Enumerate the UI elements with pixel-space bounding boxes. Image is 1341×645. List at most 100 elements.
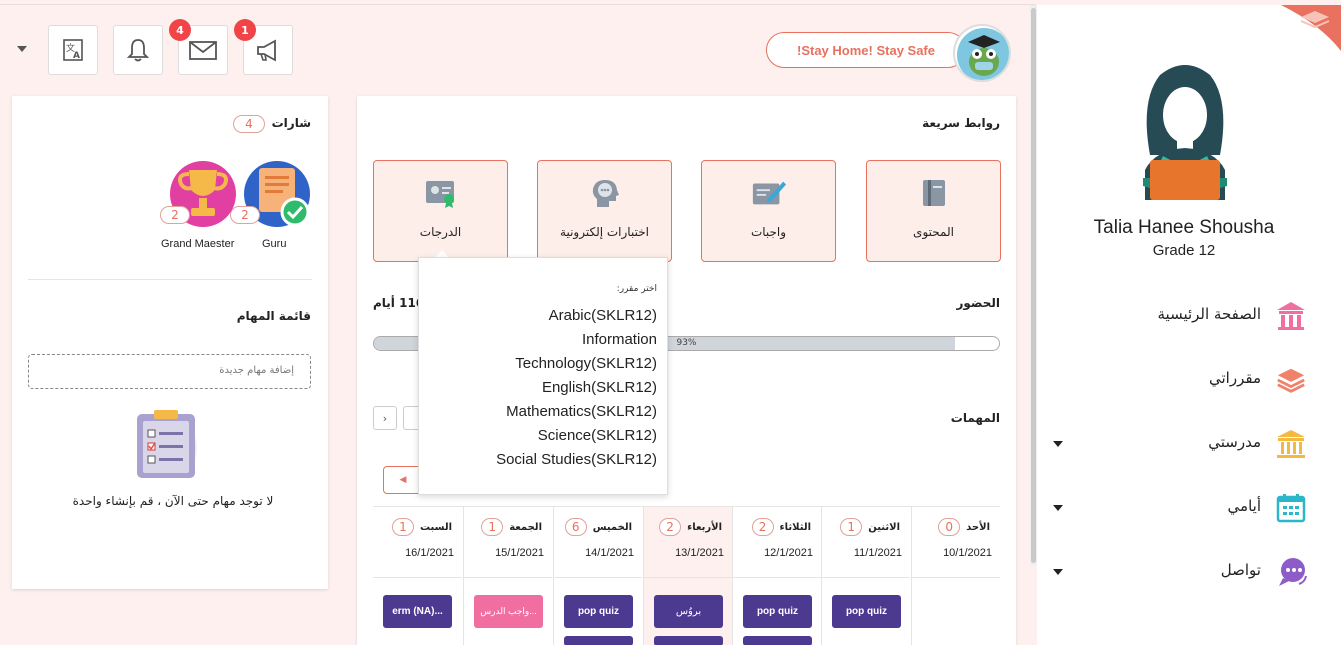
svg-text:A: A xyxy=(73,51,80,61)
calendar-day-thursday[interactable]: الخميس 6 14/1/2021 pop quiz xyxy=(553,507,642,645)
quick-link-online-quizzes[interactable]: اختبارات إلكترونية xyxy=(537,160,672,262)
day-separator xyxy=(644,577,732,578)
day-name: الجمعة xyxy=(509,521,542,533)
user-avatar[interactable] xyxy=(1125,60,1245,204)
calendar-icon xyxy=(1275,492,1307,524)
clipboard-illustration xyxy=(132,408,202,486)
day-separator xyxy=(733,577,821,578)
announcements-button[interactable]: 1 xyxy=(234,19,293,75)
task-chip-partial[interactable] xyxy=(654,636,723,645)
chevron-down-icon[interactable] xyxy=(1053,441,1063,447)
day-separator xyxy=(373,577,462,578)
sidebar-item-communication[interactable]: تواصل xyxy=(1037,552,1341,592)
day-count: 0 xyxy=(938,518,961,536)
calendar-day-sunday[interactable]: الأحد 0 10/1/2021 xyxy=(911,507,1000,645)
quick-link-label: المحتوى xyxy=(913,225,954,239)
tasks-section-title: المهمات xyxy=(950,411,1000,425)
day-date: 13/1/2021 xyxy=(675,547,724,559)
task-chip-partial[interactable] xyxy=(564,636,633,645)
course-list: Arabic(SKLR12) Information Technology(SK… xyxy=(496,304,657,472)
sidebar-item-label: تواصل xyxy=(1220,561,1261,579)
task-chip[interactable]: pop quiz xyxy=(564,595,633,628)
day-count: 1 xyxy=(481,518,504,536)
badges-title: شارات xyxy=(271,116,311,130)
calendar-day-tuesday[interactable]: الثلاثاء 2 12/1/2021 pop quiz xyxy=(732,507,821,645)
panel-divider xyxy=(28,279,312,280)
quick-link-grades[interactable]: الدرجات xyxy=(373,160,508,262)
assignment-icon xyxy=(751,175,787,211)
course-option[interactable]: Arabic(SKLR12) xyxy=(496,304,657,328)
next-week-button[interactable]: › xyxy=(373,406,397,430)
task-chip[interactable]: pop quiz xyxy=(832,595,901,628)
day-count: 2 xyxy=(659,518,682,536)
sidebar-item-label: أيامي xyxy=(1227,497,1261,515)
task-chip[interactable]: erm (NA)... xyxy=(383,595,452,628)
user-grade: Grade 12 xyxy=(1152,242,1216,259)
chevron-down-icon[interactable] xyxy=(1053,569,1063,575)
sidebar-item-label: الصفحة الرئيسية xyxy=(1157,305,1262,323)
notifications-button[interactable] xyxy=(113,25,163,75)
day-name: الثلاثاء xyxy=(779,521,811,533)
calendar-day-friday[interactable]: الجمعة 1 15/1/2021 واجب الدرس... xyxy=(463,507,552,645)
sidebar-item-label: مقرراتي xyxy=(1209,369,1261,387)
course-option[interactable]: Mathematics(SKLR12) xyxy=(496,400,657,424)
course-option[interactable]: Science(SKLR12) xyxy=(496,424,657,448)
account-dropdown-caret[interactable] xyxy=(17,46,27,52)
chevron-down-icon[interactable] xyxy=(1053,505,1063,511)
home-icon xyxy=(1275,300,1307,332)
day-date: 10/1/2021 xyxy=(943,547,992,559)
day-count: 1 xyxy=(391,518,414,536)
calendar-back-button[interactable]: ◀ xyxy=(383,466,423,494)
day-name: الأربعاء xyxy=(687,521,722,533)
quick-link-label: اختبارات إلكترونية xyxy=(560,225,649,239)
quick-link-label: واجبات xyxy=(750,225,787,239)
sidebar-item-home[interactable]: الصفحة الرئيسية xyxy=(1037,296,1341,336)
badges-count: 4 xyxy=(233,115,265,133)
task-chip[interactable]: واجب الدرس... xyxy=(474,595,543,628)
day-count: 1 xyxy=(840,518,863,536)
language-button[interactable]: 文 A xyxy=(48,25,98,75)
day-date: 16/1/2021 xyxy=(405,547,454,559)
caret-left-icon: ◀ xyxy=(399,475,407,485)
new-task-input[interactable]: إضافة مهام جديدة xyxy=(28,354,311,389)
task-chip[interactable]: pop quiz xyxy=(743,595,812,628)
user-name: Talia Hanee Shousha xyxy=(1093,217,1275,238)
calendar-day-wednesday[interactable]: الأربعاء 2 13/1/2021 بروُس xyxy=(643,507,732,645)
course-option[interactable]: Technology(SKLR12) xyxy=(496,352,657,376)
student-avatar-icon xyxy=(1143,65,1227,200)
quick-link-label: الدرجات xyxy=(419,225,462,239)
course-select-popup: اختر مقرر: Arabic(SKLR12) Information Te… xyxy=(418,257,668,495)
main-scrollbar-thumb[interactable] xyxy=(1031,8,1036,563)
course-option[interactable]: Social Studies(SKLR12) xyxy=(496,448,657,472)
messages-button[interactable]: 4 xyxy=(169,19,228,75)
day-name: السبت xyxy=(419,521,452,533)
day-separator xyxy=(912,577,1000,578)
courses-icon xyxy=(1275,364,1307,396)
sidebar: Talia Hanee Shousha Grade 12 الصفحة الرئ… xyxy=(1037,5,1341,645)
day-date: 15/1/2021 xyxy=(495,547,544,559)
chevron-right-icon: › xyxy=(382,411,388,425)
chat-icon xyxy=(1275,556,1307,588)
popup-title: اختر مقرر: xyxy=(616,284,657,294)
quick-link-content[interactable]: المحتوى xyxy=(866,160,1001,262)
day-separator xyxy=(554,577,642,578)
clipboard-icon xyxy=(137,410,197,478)
attendance-title: الحضور xyxy=(956,296,1000,310)
school-icon xyxy=(1275,428,1307,460)
calendar-day-monday[interactable]: الاثنين 1 11/1/2021 pop quiz xyxy=(821,507,910,645)
sidebar-item-courses[interactable]: مقرراتي xyxy=(1037,360,1341,400)
course-option[interactable]: English(SKLR12) xyxy=(496,376,657,400)
megaphone-icon xyxy=(257,39,276,62)
day-name: الخميس xyxy=(592,521,632,533)
calendar-day-saturday[interactable]: السبت 1 16/1/2021 erm (NA)... xyxy=(373,507,462,645)
day-separator xyxy=(822,577,910,578)
task-chip-partial[interactable] xyxy=(743,636,812,645)
stay-home-banner: !Stay Home! Stay Safe xyxy=(766,32,966,68)
quick-link-assignments[interactable]: واجبات xyxy=(701,160,836,262)
sidebar-item-school[interactable]: مدرستي xyxy=(1037,424,1341,464)
task-chip[interactable]: بروُس xyxy=(654,595,723,628)
sidebar-item-my-days[interactable]: أيامي xyxy=(1037,488,1341,528)
sidebar-item-label: مدرستي xyxy=(1208,433,1261,451)
course-option[interactable]: Information xyxy=(496,328,657,352)
guru-label: Guru xyxy=(262,238,287,250)
